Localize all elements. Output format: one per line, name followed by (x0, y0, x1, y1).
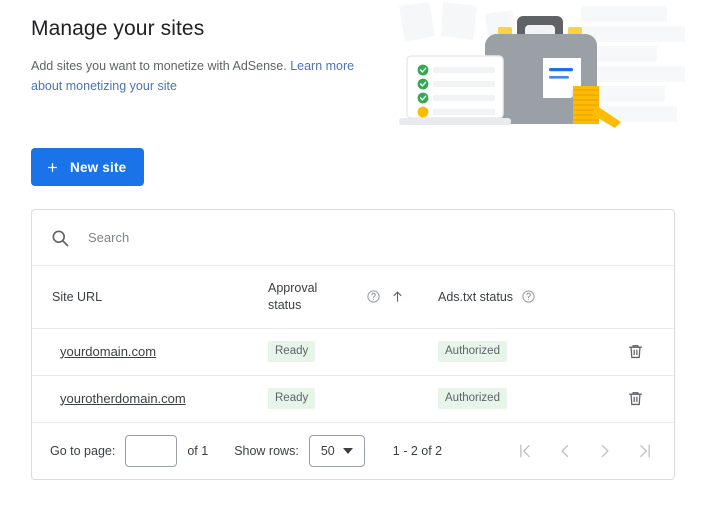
approval-status-cell: Ready (250, 375, 420, 423)
status-badge-adstxt: Authorized (438, 388, 507, 409)
adstxt-status-cell: Authorized (420, 375, 595, 423)
status-badge-adstxt: Authorized (438, 341, 507, 362)
show-rows-label: Show rows: (234, 443, 299, 458)
site-url-cell: yourdomain.com (32, 328, 250, 376)
search-input[interactable] (86, 225, 656, 250)
page-header: Manage your sites Add sites you want to … (31, 16, 391, 96)
last-page-icon (635, 441, 655, 461)
rows-per-page-value: 50 (320, 443, 335, 458)
first-page-icon (515, 441, 535, 461)
table-header-row: Site URL Approval status Ads.txt status (32, 266, 674, 329)
column-header-adstxt-status[interactable]: Ads.txt status (420, 266, 595, 329)
approval-status-cell: Ready (250, 328, 420, 376)
rows-per-page-select[interactable]: 50 (308, 434, 365, 467)
column-header-site-url[interactable]: Site URL (32, 266, 250, 329)
table-header: Site URL Approval status Ads.txt status (32, 266, 674, 329)
help-circle-icon-adstxt[interactable] (521, 289, 536, 304)
trash-icon (626, 342, 645, 361)
column-header-adstxt-status-label: Ads.txt status (438, 289, 514, 304)
page-subtitle: Add sites you want to monetize with AdSe… (31, 56, 376, 96)
row-actions-cell (595, 328, 674, 376)
column-header-actions (595, 266, 674, 329)
column-header-site-url-label: Site URL (52, 289, 103, 304)
delete-site-button[interactable] (622, 384, 650, 412)
chevron-right-icon (595, 441, 615, 461)
first-page-button[interactable] (510, 436, 540, 466)
sites-table: Site URL Approval status Ads.txt status … (32, 266, 674, 423)
sites-card: Site URL Approval status (31, 209, 675, 480)
table-row: yourdomain.com Ready Authorized (32, 328, 674, 376)
new-site-button-label: New site (70, 159, 127, 175)
previous-page-button[interactable] (550, 436, 580, 466)
next-page-button[interactable] (590, 436, 620, 466)
goto-page-label: Go to page: (50, 443, 116, 458)
status-badge-approval: Ready (268, 341, 316, 362)
help-circle-icon-approval[interactable] (366, 289, 381, 304)
table-body: yourdomain.com Ready Authorized yourothe… (32, 328, 674, 423)
page-subtitle-text: Add sites you want to monetize with AdSe… (31, 59, 291, 73)
chevron-left-icon (555, 441, 575, 461)
table-row: yourotherdomain.com Ready Authorized (32, 375, 674, 423)
pagination-controls (510, 436, 660, 466)
pagination-footer: Go to page: of 1 Show rows: 50 1 - 2 of … (32, 423, 674, 479)
page-title: Manage your sites (31, 17, 205, 40)
site-url-link[interactable]: yourotherdomain.com (60, 391, 186, 406)
site-url-link[interactable]: yourdomain.com (60, 344, 156, 359)
manage-sites-page: Manage your sites Add sites you want to … (0, 0, 705, 512)
new-site-button[interactable]: New site (31, 148, 145, 186)
chevron-down-icon (342, 447, 353, 454)
row-actions-cell (595, 375, 674, 423)
search-row (32, 210, 674, 266)
site-url-cell: yourotherdomain.com (32, 375, 250, 423)
monetize-briefcase-illustration (385, 0, 705, 140)
plus-icon (45, 160, 60, 175)
column-header-approval-status[interactable]: Approval status (250, 266, 420, 329)
search-icon (50, 228, 70, 248)
adstxt-status-cell: Authorized (420, 328, 595, 376)
status-badge-approval: Ready (268, 388, 316, 409)
page-total-label: of 1 (187, 443, 209, 458)
last-page-button[interactable] (630, 436, 660, 466)
goto-page-input[interactable] (125, 434, 178, 467)
delete-site-button[interactable] (622, 337, 650, 365)
trash-icon (626, 389, 645, 408)
arrow-up-icon-sort[interactable] (390, 289, 405, 304)
column-header-approval-status-label: Approval status (268, 280, 318, 312)
pagination-range: 1 - 2 of 2 (392, 443, 443, 458)
